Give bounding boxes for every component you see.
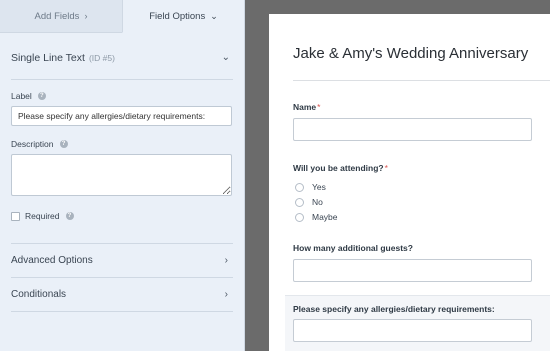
required-star: * bbox=[317, 102, 321, 112]
required-star: * bbox=[384, 163, 388, 173]
label-input[interactable] bbox=[11, 106, 232, 126]
panel-tabs: Add Fields › Field Options ⌄ bbox=[0, 0, 244, 33]
chevron-right-icon: › bbox=[224, 289, 228, 300]
help-icon[interactable]: ? bbox=[65, 212, 74, 220]
required-caption-row: Required ? bbox=[25, 211, 74, 221]
tab-field-options[interactable]: Field Options ⌄ bbox=[122, 0, 244, 33]
radio-option-maybe[interactable]: Maybe bbox=[295, 212, 338, 222]
allergies-input[interactable] bbox=[293, 319, 532, 342]
form-title: Jake & Amy's Wedding Anniversary bbox=[293, 45, 529, 62]
radio-button[interactable] bbox=[295, 182, 304, 192]
field-label-text: Please specify any allergies/dietary req… bbox=[293, 304, 495, 314]
advanced-options-label: Advanced Options bbox=[11, 255, 93, 266]
help-icon[interactable]: ? bbox=[37, 92, 46, 100]
conditionals-toggle[interactable]: Conditionals › bbox=[11, 278, 233, 312]
field-options-panel: Add Fields › Field Options ⌄ Single Line… bbox=[0, 0, 245, 351]
required-caption[interactable]: Required bbox=[25, 211, 60, 221]
form-preview: Jake & Amy's Wedding Anniversary Name* W… bbox=[269, 14, 550, 351]
name-field-label[interactable]: Name* bbox=[293, 102, 320, 112]
tab-field-options-label: Field Options bbox=[149, 10, 206, 22]
radio-option-yes[interactable]: Yes bbox=[295, 182, 326, 192]
help-icon[interactable]: ? bbox=[59, 140, 68, 148]
radio-label: Maybe bbox=[312, 212, 338, 222]
radio-label: Yes bbox=[312, 182, 326, 192]
guests-field-label[interactable]: How many additional guests? bbox=[293, 243, 413, 253]
chevron-right-icon: › bbox=[224, 255, 228, 266]
field-label-text: How many additional guests? bbox=[293, 243, 413, 253]
field-label-text: Will you be attending? bbox=[293, 163, 384, 173]
description-textarea[interactable] bbox=[11, 154, 232, 196]
radio-label: No bbox=[312, 197, 323, 207]
advanced-options-toggle[interactable]: Advanced Options › bbox=[11, 244, 233, 278]
required-checkbox[interactable] bbox=[11, 212, 20, 221]
label-caption: Label bbox=[11, 91, 32, 101]
field-label-text: Name bbox=[293, 102, 317, 112]
attending-field-label[interactable]: Will you be attending?* bbox=[293, 163, 388, 173]
divider bbox=[293, 80, 550, 81]
chevron-right-icon: › bbox=[84, 11, 88, 21]
conditionals-label: Conditionals bbox=[11, 289, 67, 300]
field-type-title: Single Line Text bbox=[11, 52, 85, 64]
name-input[interactable] bbox=[293, 118, 532, 141]
tab-add-fields-label: Add Fields bbox=[34, 10, 80, 22]
label-caption-row: Label ? bbox=[11, 91, 46, 101]
allergies-field-label[interactable]: Please specify any allergies/dietary req… bbox=[293, 304, 495, 314]
chevron-down-icon: ⌄ bbox=[210, 10, 218, 21]
radio-option-no[interactable]: No bbox=[295, 197, 323, 207]
description-caption-row: Description ? bbox=[11, 139, 68, 149]
collapse-chevron-icon[interactable]: ⌄ bbox=[222, 52, 230, 63]
guests-input[interactable] bbox=[293, 259, 532, 282]
radio-button[interactable] bbox=[295, 212, 304, 222]
radio-button[interactable] bbox=[295, 197, 304, 207]
field-section-header[interactable]: Single Line Text (ID #5) ⌄ bbox=[11, 52, 233, 80]
description-caption: Description bbox=[11, 139, 54, 149]
field-id-label: (ID #5) bbox=[88, 53, 115, 63]
tab-add-fields[interactable]: Add Fields › bbox=[0, 0, 122, 33]
